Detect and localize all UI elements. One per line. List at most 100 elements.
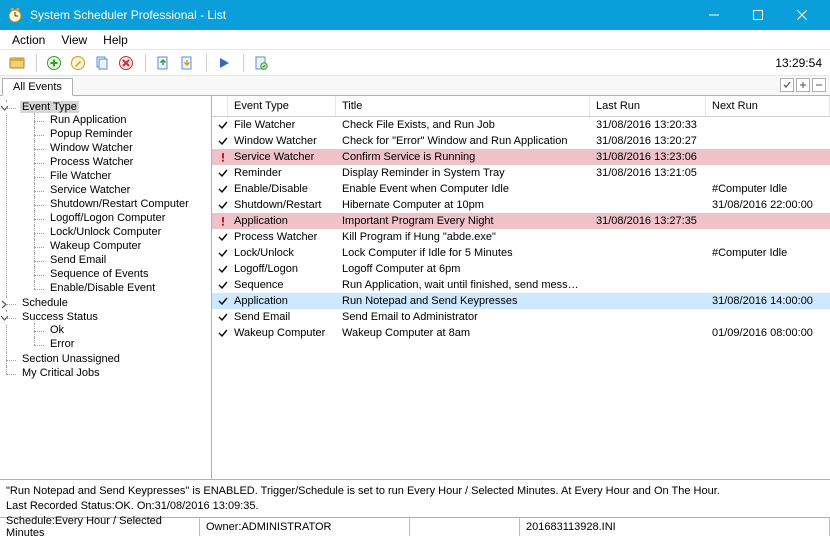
tab-add-icon[interactable] [796,78,810,92]
cell-type: Send Email [228,311,336,323]
tree-node-error[interactable]: Error [48,338,76,350]
menu-action[interactable]: Action [4,31,53,49]
table-row[interactable]: Send EmailSend Email to Administrator [212,309,830,325]
expander-icon[interactable] [0,103,10,114]
expander-icon[interactable] [0,313,10,324]
menu-view[interactable]: View [53,31,95,49]
cell-type: Logoff/Logon [228,263,336,275]
table-row[interactable]: Logoff/LogonLogoff Computer at 6pm [212,261,830,277]
cell-type: Shutdown/Restart [228,199,336,211]
export-button[interactable] [176,52,198,74]
check-icon [212,200,228,210]
cell-title: Kill Program if Hung "abde.exe" [336,231,590,243]
cell-title: Check File Exists, and Run Job [336,119,590,131]
table-row[interactable]: Process WatcherKill Program if Hung "abd… [212,229,830,245]
table-row[interactable]: ApplicationImportant Program Every Night… [212,213,830,229]
tab-all-events[interactable]: All Events [2,78,73,96]
table-row[interactable]: Service WatcherConfirm Service is Runnin… [212,149,830,165]
tab-check-icon[interactable] [780,78,794,92]
tree-node-success-status[interactable]: Success Status [20,311,100,323]
cell-last: 31/08/2016 13:20:33 [590,119,706,131]
table-row[interactable]: Enable/DisableEnable Event when Computer… [212,181,830,197]
tree-node-event-type[interactable]: Event Type [20,101,79,113]
cell-type: File Watcher [228,119,336,131]
cell-next: 01/09/2016 08:00:00 [706,327,830,339]
check-icon [212,312,228,322]
cell-title: Hibernate Computer at 10pm [336,199,590,211]
tree-node[interactable]: Process Watcher [48,156,135,168]
tree-node[interactable]: Wakeup Computer [48,240,143,252]
tree-node[interactable]: Popup Reminder [48,128,135,140]
table-row[interactable]: Lock/UnlockLock Computer if Idle for 5 M… [212,245,830,261]
copy-button[interactable] [91,52,113,74]
table-row[interactable]: SequenceRun Application, wait until fini… [212,277,830,293]
tree-node[interactable]: Send Email [48,254,108,266]
tree-node[interactable]: Window Watcher [48,142,135,154]
toolbar-clock: 13:29:54 [775,56,822,70]
cell-type: Service Watcher [228,151,336,163]
tree-node-ok[interactable]: Ok [48,324,66,336]
cell-title: Enable Event when Computer Idle [336,183,590,195]
cell-next: 31/08/2016 14:00:00 [706,295,830,307]
tree-node[interactable]: Shutdown/Restart Computer [48,198,191,210]
add-button[interactable] [43,52,65,74]
check-icon [212,248,228,258]
cell-last: 31/08/2016 13:21:05 [590,167,706,179]
menu-help[interactable]: Help [95,31,136,49]
cell-next: 31/08/2016 22:00:00 [706,199,830,211]
table-row[interactable]: File WatcherCheck File Exists, and Run J… [212,117,830,133]
list-header: Event Type Title Last Run Next Run [212,96,830,117]
tree-pane[interactable]: Event Type Run Application Popup Reminder… [0,96,212,479]
list-body[interactable]: File WatcherCheck File Exists, and Run J… [212,117,830,479]
detail-line-1: "Run Notepad and Send Keypresses" is ENA… [6,484,824,499]
cell-last: 31/08/2016 13:27:35 [590,215,706,227]
col-header-title[interactable]: Title [336,96,590,116]
close-button[interactable] [780,0,824,30]
col-header-event-type[interactable]: Event Type [228,96,336,116]
tree-node[interactable]: Enable/Disable Event [48,282,157,294]
table-row[interactable]: ApplicationRun Notepad and Send Keypress… [212,293,830,309]
error-icon [212,216,228,226]
check-icon [212,264,228,274]
edit-button[interactable] [67,52,89,74]
tree-node-section-unassigned[interactable]: Section Unassigned [20,353,122,365]
table-row[interactable]: ReminderDisplay Reminder in System Tray3… [212,165,830,181]
cell-title: Important Program Every Night [336,215,590,227]
tree-node-schedule[interactable]: Schedule [20,297,70,309]
check-icon [212,280,228,290]
table-row[interactable]: Shutdown/RestartHibernate Computer at 10… [212,197,830,213]
cell-title: Logoff Computer at 6pm [336,263,590,275]
cell-next: #Computer Idle [706,247,830,259]
import-button[interactable] [152,52,174,74]
delete-button[interactable] [115,52,137,74]
tab-remove-icon[interactable] [812,78,826,92]
minimize-button[interactable] [692,0,736,30]
error-icon [212,152,228,162]
check-icon [212,328,228,338]
log-button[interactable] [250,52,272,74]
maximize-button[interactable] [736,0,780,30]
col-header-next-run[interactable]: Next Run [706,96,830,116]
cell-type: Sequence [228,279,336,291]
tree-node-my-critical-jobs[interactable]: My Critical Jobs [20,367,102,379]
table-row[interactable]: Wakeup ComputerWakeup Computer at 8am01/… [212,325,830,341]
detail-line-2: Last Recorded Status:OK. On:31/08/2016 1… [6,499,824,514]
cell-title: Run Application, wait until finished, se… [336,279,590,291]
tree-node[interactable]: Sequence of Events [48,268,150,280]
table-row[interactable]: Window WatcherCheck for "Error" Window a… [212,133,830,149]
main-split: Event Type Run Application Popup Reminder… [0,96,830,480]
tree-node[interactable]: Service Watcher [48,184,132,196]
tree-node[interactable]: File Watcher [48,170,113,182]
expander-icon[interactable] [0,299,10,310]
cell-type: Application [228,215,336,227]
tree-node[interactable]: Lock/Unlock Computer [48,226,163,238]
run-now-button[interactable] [213,52,235,74]
events-toggle-button[interactable] [6,52,28,74]
list-pane: Event Type Title Last Run Next Run File … [212,96,830,479]
tree-node[interactable]: Logoff/Logon Computer [48,212,167,224]
cell-next: #Computer Idle [706,183,830,195]
check-icon [212,296,228,306]
cell-title: Confirm Service is Running [336,151,590,163]
tree-node[interactable]: Run Application [48,114,128,126]
col-header-last-run[interactable]: Last Run [590,96,706,116]
